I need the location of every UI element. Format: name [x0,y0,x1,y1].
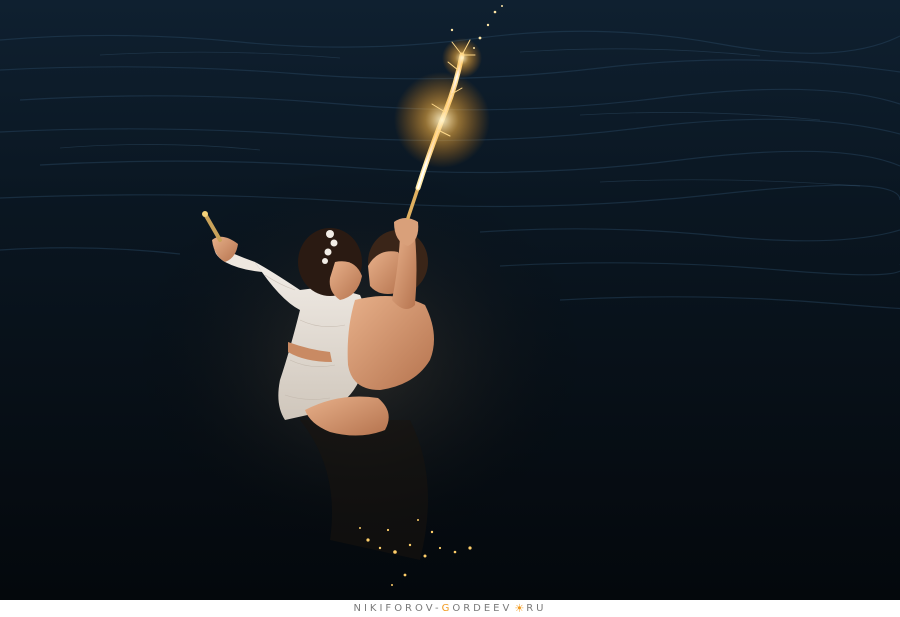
watermark-part3: RU [526,603,547,614]
watermark-accent-letter: G [441,603,453,614]
watermark-caption: NIKIFOROV- G ORDEEV ☀ RU [0,600,900,617]
photo [0,0,900,600]
sparkler-glow [394,72,490,168]
watermark-part2: ORDEEV [452,603,513,614]
night-water-scene [0,0,900,600]
watermark-part1: NIKIFOROV- [353,603,442,614]
sun-icon: ☀ [514,602,525,615]
